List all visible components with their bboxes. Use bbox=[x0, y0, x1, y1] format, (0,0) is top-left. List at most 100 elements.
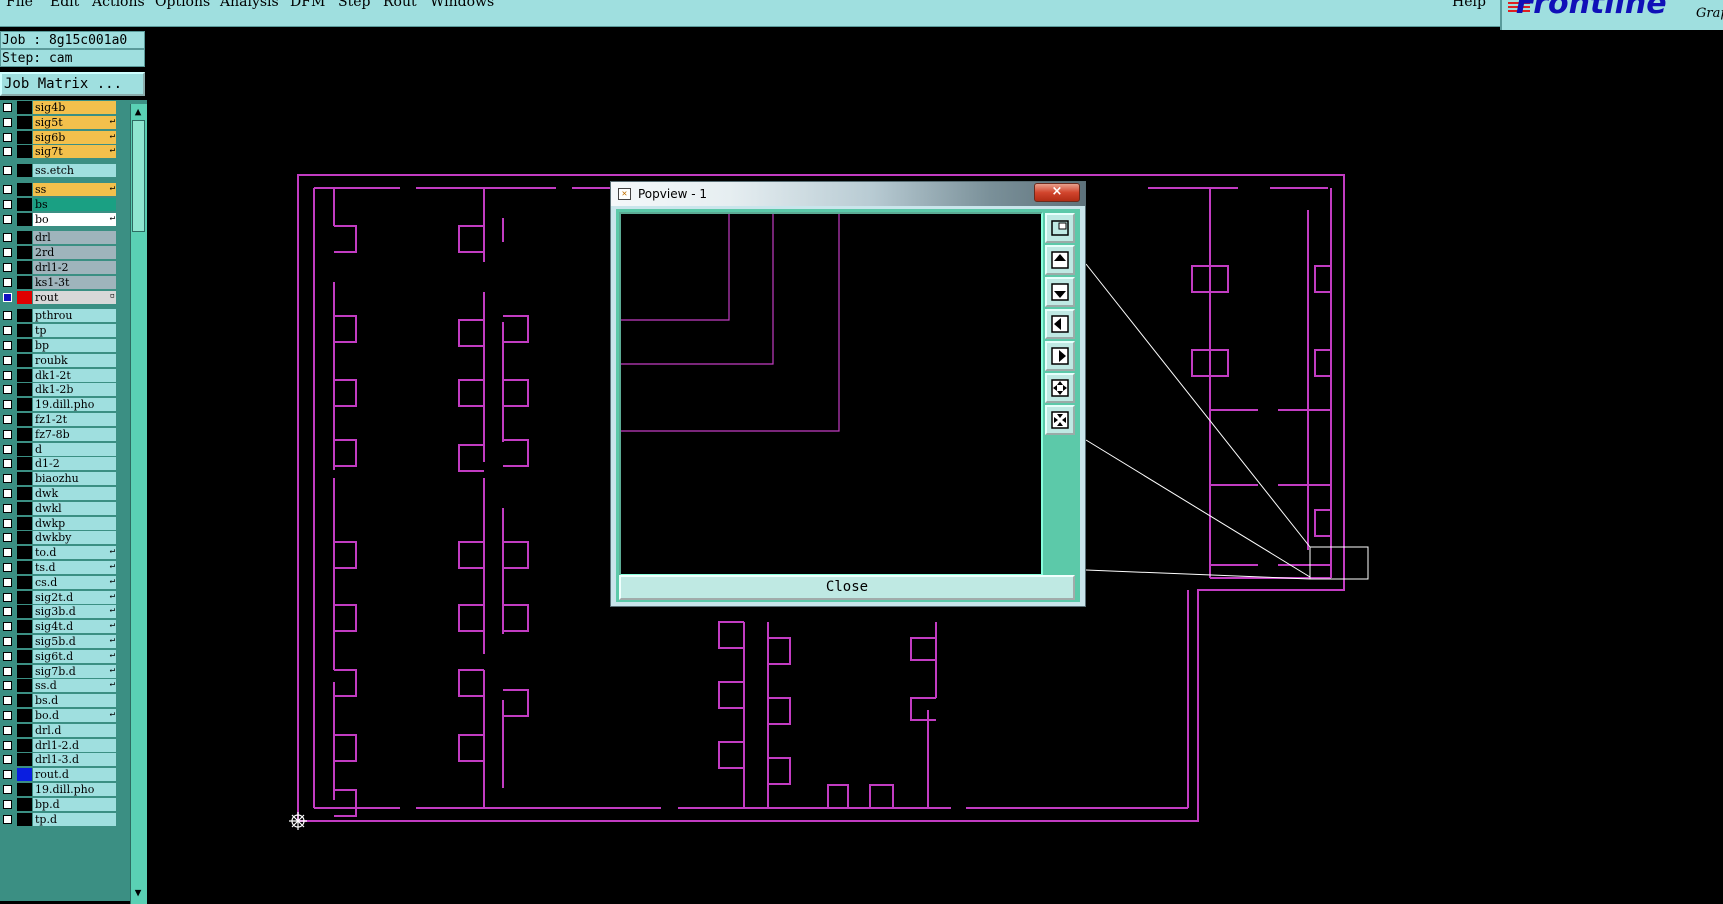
layer-name[interactable]: dwkby bbox=[33, 531, 116, 545]
layer-color-swatch[interactable] bbox=[17, 501, 32, 515]
layer-checkbox[interactable] bbox=[3, 503, 12, 513]
menu-windows[interactable]: Windows bbox=[430, 0, 494, 10]
layer-checkbox[interactable] bbox=[3, 637, 12, 646]
layer-row[interactable]: dk1-2t bbox=[0, 368, 117, 383]
menu-edit[interactable]: Edit bbox=[50, 0, 79, 10]
layer-checkbox[interactable] bbox=[3, 548, 12, 558]
pan-down-button[interactable] bbox=[1045, 277, 1075, 307]
layer-color-swatch[interactable] bbox=[17, 649, 32, 663]
layer-row[interactable]: ts.d ↵ bbox=[0, 560, 117, 575]
layer-checkbox[interactable] bbox=[3, 563, 12, 572]
layer-row[interactable]: drl.d bbox=[0, 723, 117, 738]
layer-name[interactable]: bo.d bbox=[33, 709, 116, 722]
layer-checkbox[interactable] bbox=[3, 311, 12, 321]
scroll-down-icon[interactable]: ▼ bbox=[131, 887, 145, 899]
layer-row[interactable]: pthrou bbox=[0, 308, 117, 323]
layer-name[interactable]: sig5b.d bbox=[33, 635, 116, 648]
menu-options[interactable]: Options bbox=[155, 0, 210, 10]
layer-row[interactable]: 19.dill.pho bbox=[0, 397, 117, 412]
layer-checkbox[interactable] bbox=[3, 263, 12, 272]
layer-checkbox[interactable] bbox=[3, 711, 12, 720]
layer-checkbox[interactable] bbox=[3, 147, 12, 157]
layer-color-swatch[interactable] bbox=[17, 115, 32, 129]
popview-zoom-view[interactable] bbox=[619, 212, 1043, 576]
layer-row[interactable]: ks1-3t bbox=[0, 275, 117, 290]
layer-color-swatch[interactable] bbox=[17, 164, 32, 178]
layer-row[interactable]: bp.d bbox=[0, 797, 117, 812]
layer-row[interactable]: fz1-2t bbox=[0, 412, 117, 427]
layer-checkbox[interactable] bbox=[3, 199, 12, 209]
menu-step[interactable]: Step bbox=[338, 0, 370, 10]
layer-name[interactable]: drl1-2 bbox=[33, 261, 116, 274]
layer-name[interactable]: sig4b bbox=[33, 101, 116, 114]
layer-name[interactable]: sig7b.d bbox=[33, 664, 116, 678]
layer-checkbox[interactable] bbox=[3, 233, 12, 243]
pan-right-button[interactable] bbox=[1045, 341, 1075, 371]
layer-color-swatch[interactable] bbox=[17, 546, 32, 560]
layer-color-swatch[interactable] bbox=[17, 516, 32, 530]
layer-color-swatch[interactable] bbox=[17, 797, 32, 811]
layer-row[interactable]: sig4t.d ↵ bbox=[0, 619, 117, 634]
layer-name[interactable]: dk1-2t bbox=[33, 368, 116, 382]
layer-name[interactable]: biaozhu bbox=[33, 472, 116, 486]
layer-checkbox[interactable] bbox=[3, 518, 12, 528]
layer-checkbox[interactable] bbox=[3, 533, 12, 543]
layer-row[interactable]: cs.d ↵ bbox=[0, 575, 117, 590]
layer-name[interactable]: drl1-2.d bbox=[33, 738, 116, 752]
layer-color-swatch[interactable] bbox=[17, 442, 32, 456]
layer-name[interactable]: dwk bbox=[33, 487, 116, 500]
layer-color-swatch[interactable] bbox=[17, 487, 32, 500]
layer-checkbox[interactable] bbox=[3, 651, 12, 661]
layer-row[interactable]: sig5t ↵ bbox=[0, 115, 117, 130]
layer-name[interactable]: drl.d bbox=[33, 723, 116, 737]
layer-name[interactable]: 19.dill.pho bbox=[33, 783, 116, 796]
layer-color-swatch[interactable] bbox=[17, 339, 32, 352]
layer-checkbox[interactable] bbox=[3, 725, 12, 735]
layer-row[interactable]: dwkl bbox=[0, 501, 117, 516]
layer-checkbox[interactable] bbox=[3, 326, 12, 336]
layer-color-swatch[interactable] bbox=[17, 635, 32, 648]
layer-checkbox[interactable] bbox=[3, 696, 12, 706]
layer-color-swatch[interactable] bbox=[17, 290, 32, 304]
layer-checkbox[interactable] bbox=[3, 117, 12, 127]
layer-checkbox[interactable] bbox=[3, 103, 12, 112]
layer-color-swatch[interactable] bbox=[17, 130, 32, 144]
layer-name[interactable]: pthrou bbox=[33, 309, 116, 323]
layer-color-swatch[interactable] bbox=[17, 309, 32, 323]
layer-name[interactable]: bp bbox=[33, 339, 116, 352]
layer-row[interactable]: dk1-2b bbox=[0, 382, 117, 397]
layer-row[interactable]: 2rd bbox=[0, 245, 117, 260]
layer-checkbox[interactable] bbox=[3, 166, 12, 176]
layer-row[interactable]: sig3b.d ↵ bbox=[0, 604, 117, 619]
zoom-fit-button[interactable] bbox=[1045, 213, 1075, 243]
layer-name[interactable]: fz1-2t bbox=[33, 413, 116, 426]
layer-row[interactable]: sig2t.d ↵ bbox=[0, 590, 117, 605]
layer-checkbox[interactable] bbox=[3, 770, 12, 780]
layer-name[interactable]: 19.dill.pho bbox=[33, 398, 116, 412]
layer-checkbox[interactable] bbox=[3, 592, 12, 602]
menu-rout[interactable]: Rout bbox=[383, 0, 417, 10]
layer-checkbox[interactable] bbox=[3, 459, 12, 469]
layer-row[interactable]: fz7-8b bbox=[0, 427, 117, 442]
layer-name[interactable]: bs bbox=[33, 197, 116, 211]
layer-row[interactable]: to.d ↵ bbox=[0, 545, 117, 560]
layer-row[interactable]: rout.d bbox=[0, 767, 117, 782]
layer-row[interactable]: tp bbox=[0, 323, 117, 338]
layer-row[interactable]: bp bbox=[0, 338, 117, 353]
layer-color-swatch[interactable] bbox=[17, 679, 32, 693]
layer-checkbox[interactable] bbox=[3, 740, 12, 750]
layer-name[interactable]: dwkl bbox=[33, 501, 116, 515]
layer-name[interactable]: drl1-3.d bbox=[33, 753, 116, 767]
layer-row[interactable]: dwkby bbox=[0, 530, 117, 545]
layer-row[interactable]: bo.d ↵ bbox=[0, 708, 117, 723]
layer-checkbox[interactable] bbox=[3, 577, 12, 587]
zoom-in-button[interactable] bbox=[1045, 373, 1075, 403]
layer-name[interactable]: sig6t.d bbox=[33, 649, 116, 663]
layer-row[interactable]: sig6t.d ↵ bbox=[0, 649, 117, 664]
menu-help[interactable]: Help bbox=[1452, 0, 1486, 10]
layer-name[interactable]: 2rd bbox=[33, 246, 116, 260]
layer-color-swatch[interactable] bbox=[17, 231, 32, 245]
layer-name[interactable]: ks1-3t bbox=[33, 275, 116, 289]
layer-color-swatch[interactable] bbox=[17, 664, 32, 678]
layer-name[interactable]: sig2t.d bbox=[33, 590, 116, 604]
